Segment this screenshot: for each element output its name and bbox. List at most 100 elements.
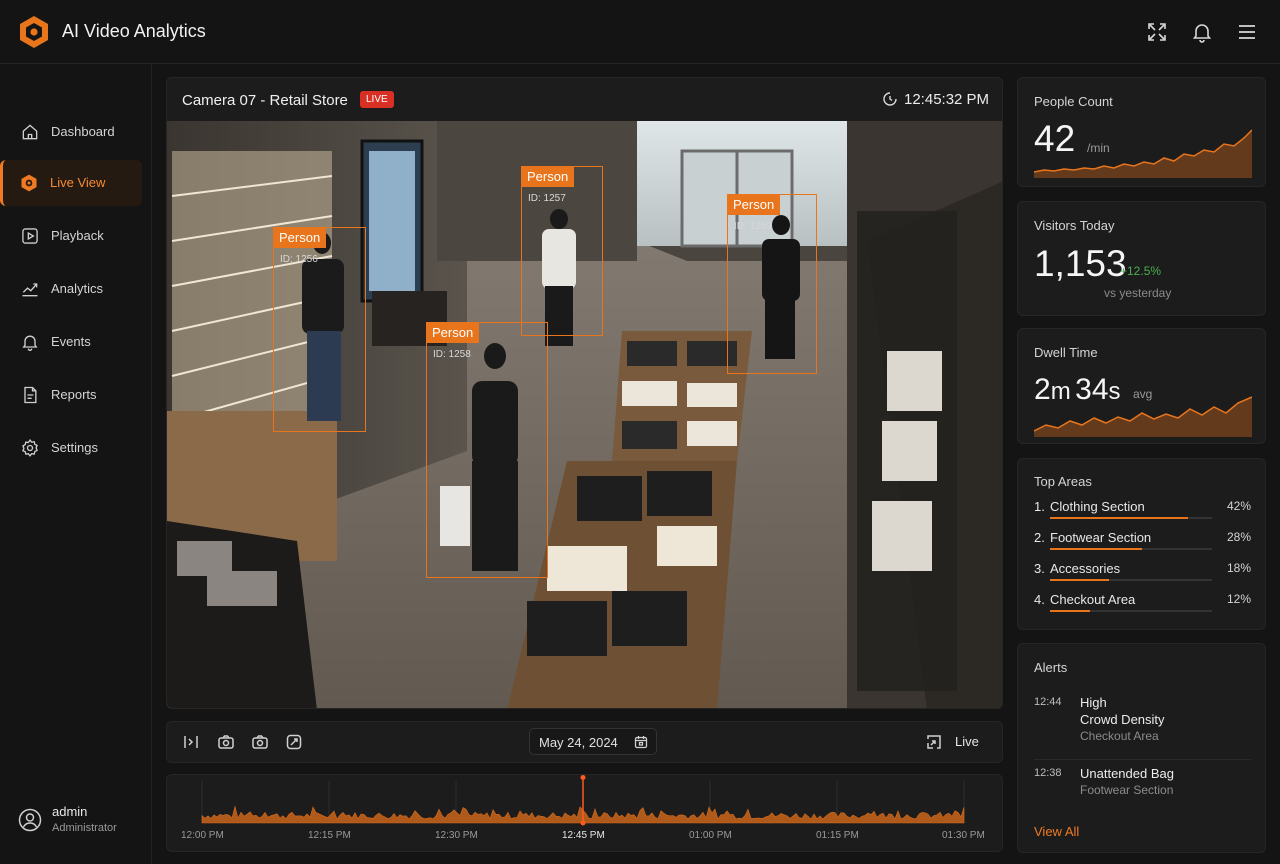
top-areas-card: Top Areas 1. Clothing Section 42% 2. Footwea… [1017, 458, 1266, 630]
frame-step-icon[interactable] [182, 733, 200, 751]
record-clip-icon[interactable] [285, 733, 303, 751]
sidebar-item-dashboard[interactable]: Dashboard [4, 109, 142, 155]
live-button[interactable]: Live [955, 734, 979, 749]
clock-icon [883, 92, 897, 106]
area-rank: 4. [1034, 592, 1045, 607]
report-icon [24, 386, 37, 404]
snapshot-icon[interactable] [217, 733, 235, 751]
alerts-card: Alerts 12:44 High Crowd Density Checkout… [1017, 643, 1266, 853]
sidebar-item-reports[interactable]: Reports [4, 372, 142, 418]
detection-id: ID: 1257 [528, 193, 566, 204]
detection-label: Person [273, 227, 327, 248]
user-role: Administrator [52, 822, 117, 834]
top-area-row[interactable]: 4. Checkout Area 12% [1034, 592, 1251, 620]
visitors-today-card: Visitors Today 1,153 +12.5% vs yesterday [1017, 201, 1266, 316]
timeline-tick: 12:00 PM [181, 830, 224, 841]
sidebar-item-label: Live View [50, 175, 106, 190]
view-all-link[interactable]: View All [1034, 824, 1079, 839]
visitors-delta: +12.5% [1120, 264, 1162, 278]
camera-icon[interactable] [251, 733, 269, 751]
camera-time: 12:45:32 PM [904, 91, 990, 108]
sidebar-item-analytics[interactable]: Analytics [4, 266, 142, 312]
user-name: admin [52, 804, 88, 819]
avatar-icon [18, 808, 42, 832]
people-count-sparkline [1034, 129, 1252, 178]
detection-box[interactable]: Person ID: 1258 [426, 322, 548, 578]
detection-id: ID: 1256 [280, 254, 318, 265]
menu-icon[interactable] [1235, 20, 1259, 44]
sidebar-item-settings[interactable]: Settings [4, 425, 142, 471]
sidebar-item-label: Events [51, 334, 91, 349]
area-name: Checkout Area [1050, 592, 1136, 607]
divider [1034, 759, 1251, 760]
people-count-card: People Count 42 /min [1017, 77, 1266, 187]
gear-icon [22, 438, 38, 457]
play-icon [22, 228, 38, 244]
bell-icon[interactable] [1190, 20, 1214, 44]
sidebar-item-events[interactable]: Events [4, 319, 142, 365]
area-percent: 18% [1226, 561, 1251, 575]
detection-box[interactable]: Person ID: 1259 [727, 194, 817, 374]
area-bar-fill [1050, 517, 1188, 519]
area-bar-fill [1050, 548, 1142, 550]
app-title: AI Video Analytics [62, 21, 206, 41]
card-title: Visitors Today [1034, 218, 1115, 233]
timeline-tick: 12:30 PM [435, 830, 478, 841]
card-title: Alerts [1034, 660, 1068, 675]
detection-box[interactable]: Person ID: 1256 [273, 227, 366, 432]
visitors-note: vs yesterday [1104, 286, 1172, 300]
dwell-time-card: Dwell Time 2m 34s avg [1017, 328, 1266, 444]
timeline-tick: 01:15 PM [816, 830, 859, 841]
sidebar-item-label: Playback [51, 228, 104, 243]
alert-title: Unattended Bag [1080, 766, 1174, 781]
sidebar-item-label: Settings [51, 440, 98, 455]
camera-name: Camera 07 - Retail Store [182, 92, 348, 109]
timeline-tick: 01:30 PM [942, 830, 985, 841]
top-bar: AI Video Analytics [0, 0, 1280, 64]
detection-id: ID: 1258 [433, 349, 471, 360]
alert-location: Checkout Area [1080, 729, 1159, 743]
export-icon[interactable] [925, 733, 943, 751]
alert-time: 12:44 [1034, 696, 1062, 708]
live-badge: LIVE [360, 91, 394, 108]
area-rank: 2. [1034, 530, 1045, 545]
area-percent: 42% [1226, 499, 1251, 513]
sidebar-item-live-view[interactable]: Live View [0, 160, 142, 206]
logo-icon [20, 16, 48, 48]
live-icon [21, 174, 37, 192]
detection-box[interactable]: Person ID: 1257 [521, 166, 603, 336]
top-area-row[interactable]: 2. Footwear Section 28% [1034, 530, 1251, 558]
area-bar-track [1050, 610, 1212, 612]
card-title: People Count [1034, 94, 1113, 109]
detection-label: Person [426, 322, 480, 343]
dwell-time-sparkline [1034, 396, 1252, 437]
camera-panel: Camera 07 - Retail Store LIVE 12:45:32 P… [166, 77, 1003, 709]
visitors-value: 1,153 [1034, 243, 1127, 284]
alert-time: 12:38 [1034, 767, 1062, 779]
top-area-row[interactable]: 3. Accessories 18% [1034, 561, 1251, 589]
video-feed[interactable]: Person ID: 1256 Person ID: 1258 Person I… [167, 121, 1002, 708]
area-percent: 28% [1226, 530, 1251, 544]
card-title: Dwell Time [1034, 345, 1098, 360]
detection-id: ID: 1259 [734, 221, 772, 232]
sidebar-item-label: Reports [51, 387, 97, 402]
timeline-tick: 01:00 PM [689, 830, 732, 841]
top-area-row[interactable]: 1. Clothing Section 42% [1034, 499, 1251, 527]
area-percent: 12% [1226, 592, 1251, 606]
fullscreen-icon[interactable] [1145, 20, 1169, 44]
detection-label: Person [521, 166, 575, 187]
area-name: Clothing Section [1050, 499, 1145, 514]
sidebar: Dashboard Live View Playback Analytics E… [0, 64, 152, 864]
alert-title: Crowd Density [1080, 712, 1165, 727]
chart-icon [22, 283, 38, 297]
timeline-tick: 12:15 PM [308, 830, 351, 841]
home-icon [22, 124, 38, 140]
sidebar-item-label: Dashboard [51, 124, 115, 139]
area-bar-fill [1050, 579, 1109, 581]
bell-icon [22, 335, 38, 351]
date-picker[interactable]: May 24, 2024 [529, 728, 657, 755]
sidebar-item-label: Analytics [51, 281, 104, 296]
detection-label: Person [727, 194, 781, 215]
sidebar-item-playback[interactable]: Playback [4, 213, 142, 259]
timeline[interactable]: 12:00 PM 12:15 PM 12:30 PM 12:45 PM 01:0… [166, 774, 1003, 852]
